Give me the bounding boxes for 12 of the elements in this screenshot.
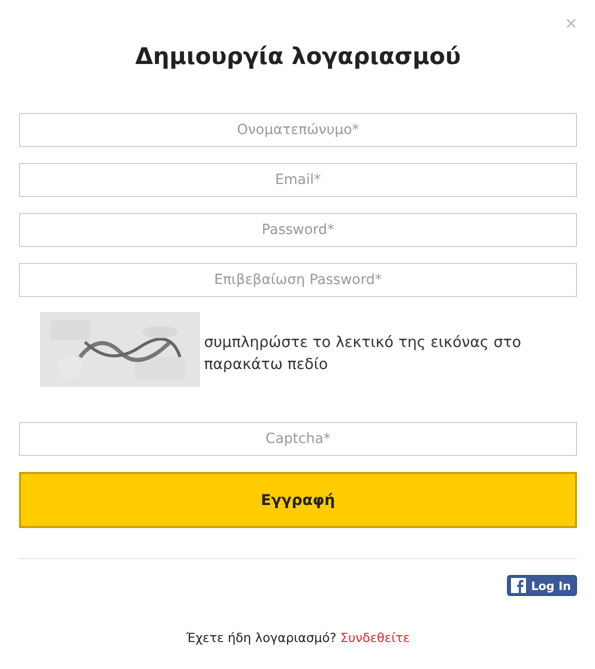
facebook-login-button[interactable]: Log In xyxy=(507,575,577,596)
input-field[interactable]: Επιβεβαίωση Password* xyxy=(19,263,577,297)
input-field[interactable]: Captcha* xyxy=(19,422,577,456)
dialog-title: Δημιουργία λογαριασμού xyxy=(135,43,461,72)
footer-text: Έχετε ήδη λογαριασμό? xyxy=(186,630,336,645)
captcha-instructions: συμπληρώστε το λεκτικό της εικόνας στο παρακάτω πεδίο xyxy=(204,332,522,374)
input-field[interactable]: Ονοματεπώνυμο* xyxy=(19,113,577,147)
register-button[interactable]: Εγγραφή xyxy=(19,472,577,528)
login-link[interactable]: Συνδεθείτε xyxy=(340,630,410,645)
facebook-icon xyxy=(511,578,526,593)
input-field[interactable]: Email* xyxy=(19,163,577,197)
input-field[interactable]: Password* xyxy=(19,213,577,247)
